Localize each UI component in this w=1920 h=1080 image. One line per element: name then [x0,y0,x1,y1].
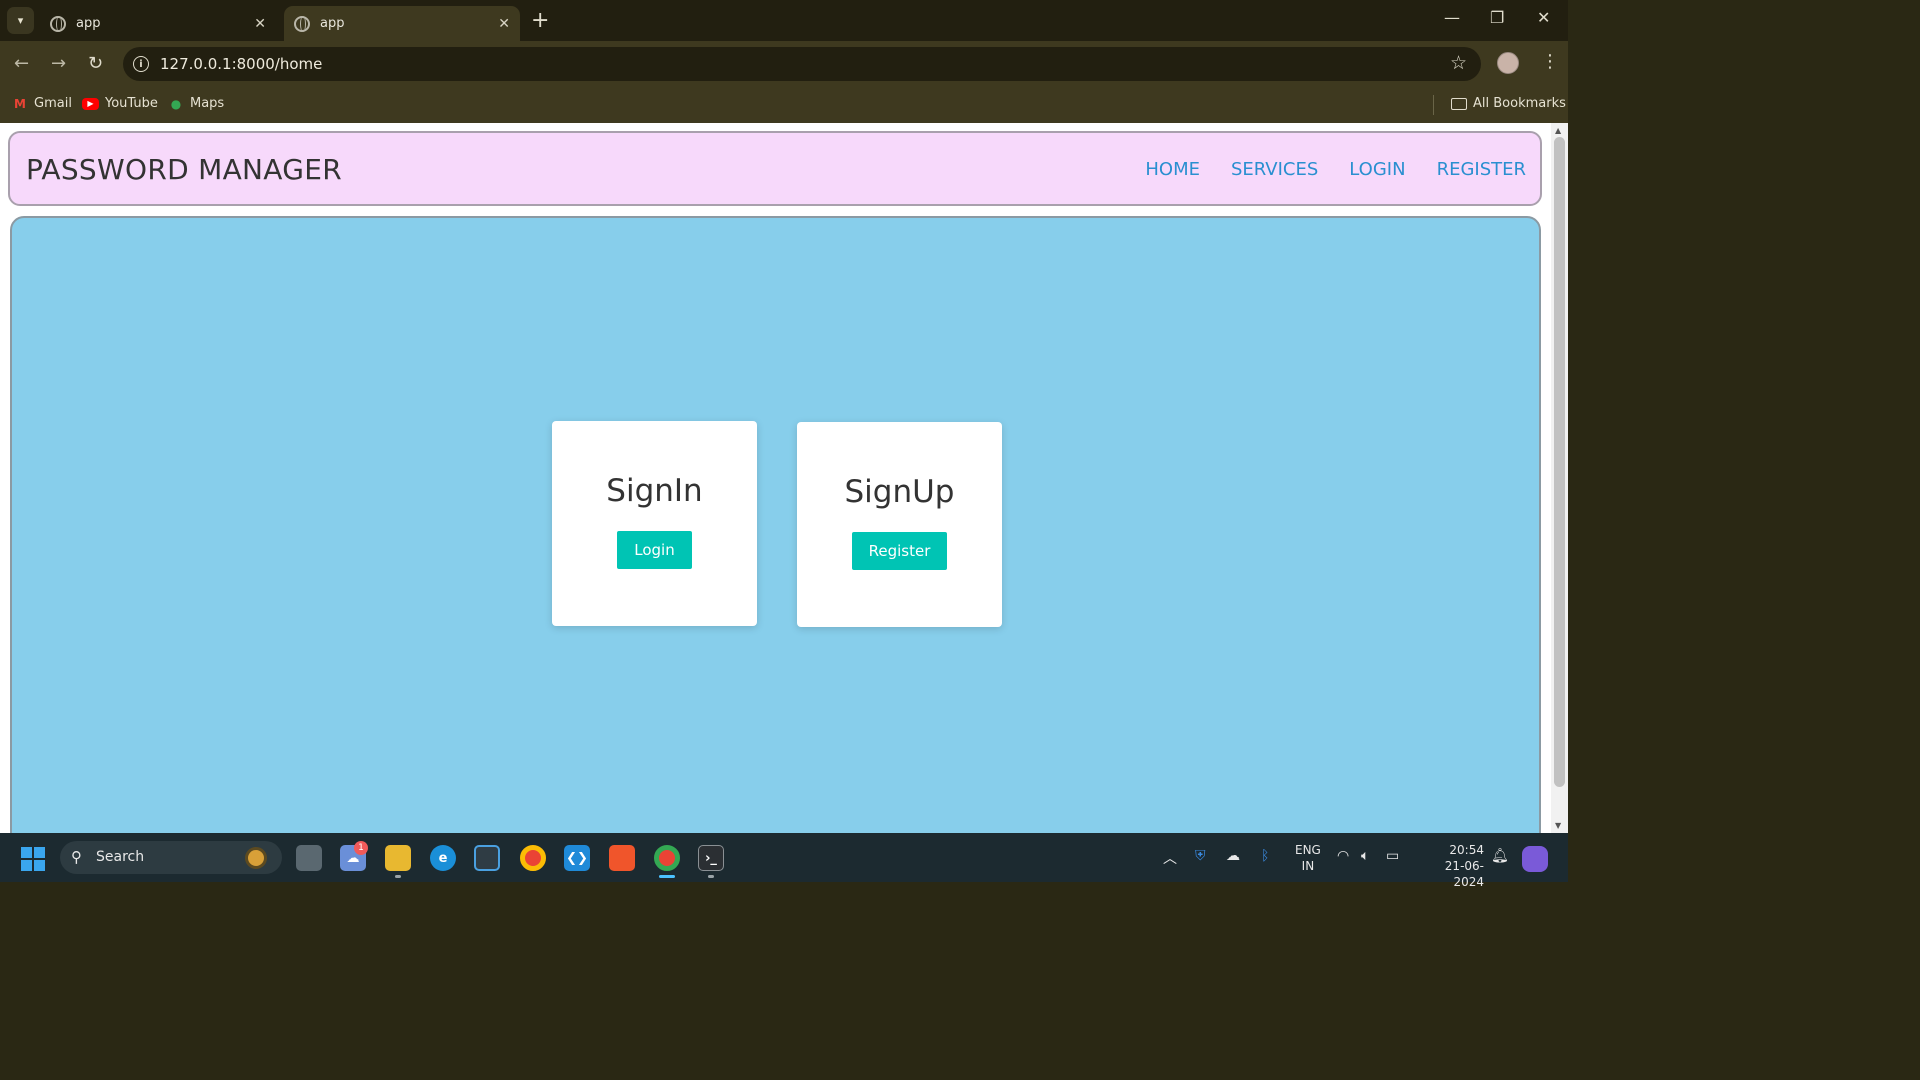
brave-icon[interactable] [609,845,635,871]
bookmarks-bar: M Gmail ▶ YouTube ● Maps All Bookmarks [0,87,1568,123]
clock[interactable]: 20:54 21-06-2024 [1419,842,1484,890]
folder-icon [1451,97,1467,110]
forward-arrow-icon[interactable]: → [51,53,66,74]
browser-toolbar: ← → ↻ i 127.0.0.1:8000/home ☆ ⋮ [0,41,1568,87]
bookmark-star-icon[interactable]: ☆ [1450,52,1467,74]
weather-badge: 1 [354,841,368,855]
volume-icon[interactable]: 🔈︎ [1361,848,1369,864]
youtube-icon: ▶ [82,97,99,110]
nav-link-login[interactable]: LOGIN [1349,159,1405,180]
minimize-icon[interactable]: — [1444,8,1460,27]
site-nav-links: HOME SERVICES LOGIN REGISTER [1145,159,1526,180]
signup-title: SignUp [844,474,955,510]
page-scrollbar[interactable]: ▲ ▼ [1551,123,1568,833]
browser-tab-strip: ▾ app ✕ app ✕ + — ❐ ✕ [0,0,1568,41]
signin-title: SignIn [606,473,703,509]
address-bar[interactable]: i 127.0.0.1:8000/home ☆ [123,47,1481,81]
vscode-icon[interactable]: ❮❯ [564,845,590,871]
tab-close-icon[interactable]: ✕ [498,16,510,32]
file-explorer-icon[interactable] [385,845,411,871]
edge-icon[interactable]: e [430,845,456,871]
tab-close-icon[interactable]: ✕ [254,16,266,32]
running-indicator [708,875,714,878]
reload-icon[interactable]: ↻ [88,53,103,74]
browser-tab[interactable]: app ✕ [40,6,276,41]
running-indicator [395,875,401,878]
back-arrow-icon[interactable]: ← [14,53,29,74]
globe-icon [50,15,66,32]
bookmark-gmail[interactable]: M Gmail [12,96,72,111]
windows-taskbar: ⚲ Search ☁ 1 e ❮❯ ›_ ︿ ⛨ ☁ ᛒ ENG IN ◠ 🔈︎… [0,833,1568,889]
chrome-profile-icon[interactable] [654,845,680,871]
register-button[interactable]: Register [851,532,948,570]
active-app-indicator [659,875,675,878]
language-indicator[interactable]: ENG IN [1295,842,1321,874]
restore-icon[interactable]: ❐ [1490,8,1504,27]
site-brand[interactable]: PASSWORD MANAGER [26,153,342,186]
signup-card: SignUp Register [797,422,1002,627]
login-button[interactable]: Login [617,531,692,569]
new-tab-button[interactable]: + [531,8,549,33]
tab-title: app [320,16,345,31]
browser-menu-icon[interactable]: ⋮ [1541,51,1559,72]
tab-search-button[interactable]: ▾ [7,7,34,34]
signin-card: SignIn Login [552,421,757,626]
all-bookmarks-button[interactable]: All Bookmarks [1451,96,1566,111]
bookmark-maps[interactable]: ● Maps [168,96,224,111]
page-viewport: PASSWORD MANAGER HOME SERVICES LOGIN REG… [0,123,1568,833]
search-icon: ⚲ [71,848,82,866]
taskbar-search[interactable]: ⚲ Search [60,841,282,874]
tab-title: app [76,16,101,31]
browser-tab-active[interactable]: app ✕ [284,6,520,41]
address-bar-url[interactable]: 127.0.0.1:8000/home [160,55,322,73]
scroll-up-arrow-icon[interactable]: ▲ [1555,126,1561,135]
terminal-icon[interactable]: ›_ [698,845,724,871]
gmail-icon: M [14,96,26,111]
search-label: Search [96,849,145,865]
site-info-icon[interactable]: i [133,56,149,72]
chrome-icon[interactable] [520,845,546,871]
site-navbar: PASSWORD MANAGER HOME SERVICES LOGIN REG… [8,131,1542,206]
scroll-down-arrow-icon[interactable]: ▼ [1555,821,1561,830]
profile-avatar[interactable] [1497,52,1519,74]
nav-link-home[interactable]: HOME [1145,159,1200,180]
chevron-up-icon[interactable]: ︿ [1163,848,1177,868]
onedrive-cloud-icon[interactable]: ☁ [1226,848,1240,864]
battery-icon[interactable]: ▭ [1386,848,1399,864]
security-shield-icon[interactable]: ⛨ [1195,848,1206,864]
bluetooth-icon[interactable]: ᛒ [1261,848,1269,864]
notification-bell-icon[interactable]: 🔔︎ [1491,848,1509,864]
globe-icon [294,15,310,32]
nav-link-services[interactable]: SERVICES [1231,159,1318,180]
search-highlight-icon [245,847,267,869]
hero-section: SignIn Login SignUp Register [10,216,1541,833]
bookmark-youtube[interactable]: ▶ YouTube [82,96,158,111]
microsoft-store-icon[interactable] [474,845,500,871]
close-window-icon[interactable]: ✕ [1537,8,1550,27]
wifi-icon[interactable]: ◠ [1337,848,1349,864]
copilot-icon[interactable] [1522,846,1548,872]
task-view-icon[interactable] [296,845,322,871]
scrollbar-thumb[interactable] [1554,137,1565,787]
start-button[interactable] [21,847,45,871]
bookmarks-divider [1433,95,1434,115]
maps-icon: ● [170,96,182,111]
nav-link-register[interactable]: REGISTER [1437,159,1526,180]
